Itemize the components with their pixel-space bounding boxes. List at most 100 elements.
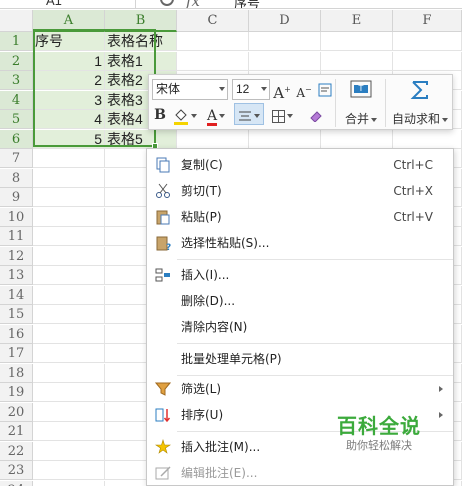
grid-cell[interactable] [33,168,105,188]
decrease-font-button[interactable]: A− [294,79,314,101]
grid-cell[interactable]: 表格5 [105,129,177,149]
row-header[interactable]: 9 [0,188,33,207]
row-header[interactable]: 18 [0,363,33,383]
fill-color-button[interactable] [171,104,199,126]
row-header[interactable]: 24 [0,480,33,486]
row-header[interactable]: 2 [0,51,33,71]
font-size-select[interactable]: 12 [232,79,270,100]
bold-button[interactable]: B [152,104,168,126]
grid-cell[interactable] [33,422,105,441]
grid-cell[interactable] [33,149,105,168]
fx-icon[interactable]: fx [186,0,200,8]
format-painter-button[interactable] [305,104,327,126]
merge-button[interactable]: T 合并 [341,77,381,129]
grid-cell[interactable] [177,51,249,71]
grid-cell[interactable] [33,207,105,227]
row-header[interactable]: 23 [0,461,33,480]
select-all-corner[interactable] [0,10,33,32]
column-header-d[interactable]: D [249,10,321,32]
row-header[interactable]: 21 [0,422,33,441]
menu-item-cut[interactable]: 剪切(T) Ctrl+X [147,178,453,204]
clear-format-button[interactable] [316,79,334,101]
grid-cell[interactable] [33,383,105,402]
borders-button[interactable] [269,104,295,126]
autosum-button[interactable]: 自动求和 [389,77,451,129]
grid-cell[interactable]: 2 [33,71,105,90]
row-header[interactable]: 12 [0,246,33,266]
grid-cell[interactable] [33,188,105,207]
menu-item-copy[interactable]: 复制(C) Ctrl+C [147,152,453,178]
row-header[interactable]: 8 [0,168,33,188]
grid-cell[interactable] [33,227,105,246]
grid-cell[interactable] [33,246,105,266]
column-header-e[interactable]: E [321,10,393,32]
grid-cell[interactable]: 1 [33,51,105,71]
grid-cell[interactable] [177,32,249,51]
column-header-a[interactable]: A [33,10,105,32]
grid-cell[interactable] [33,480,105,486]
row-header[interactable]: 11 [0,227,33,246]
grid-cell[interactable]: 4 [33,110,105,129]
grid-cell[interactable] [33,285,105,305]
grid-cell[interactable] [33,441,105,461]
row-header[interactable]: 7 [0,149,33,168]
grid-cell[interactable] [393,51,462,71]
font-color-button[interactable]: A [203,104,229,126]
grid-cell[interactable] [33,305,105,324]
column-header-f[interactable]: F [393,10,462,32]
grid-cell[interactable]: 序号 [33,32,105,51]
row-header[interactable]: 22 [0,441,33,461]
align-center-button[interactable] [234,103,264,125]
font-name-select[interactable]: 宋体 [152,79,228,100]
grid-cell[interactable] [321,51,393,71]
row-header[interactable]: 4 [0,90,33,110]
menu-item-paste-special[interactable]: ? 选择性粘贴(S)... [147,230,453,256]
increase-font-button[interactable]: A+ [272,79,292,102]
name-box[interactable]: A1 [0,0,136,8]
grid-cell[interactable]: 3 [33,90,105,110]
grid-cell[interactable] [33,344,105,363]
grid-cell[interactable] [321,32,393,51]
row-header[interactable]: 1 [0,32,33,51]
formula-input[interactable]: 序号 [234,0,260,8]
grid-cell[interactable]: 表格1 [105,51,177,71]
grid-cell[interactable] [33,402,105,422]
column-header-b[interactable]: B [105,10,177,32]
grid-cell[interactable] [393,129,462,149]
grid-cell[interactable] [33,363,105,383]
grid-cell[interactable] [393,32,462,51]
grid-cell[interactable] [249,51,321,71]
menu-item-paste[interactable]: 粘贴(P) Ctrl+V [147,204,453,230]
grid-cell[interactable] [321,129,393,149]
grid-cell[interactable]: 表格名称 [105,32,177,51]
row-header[interactable]: 3 [0,71,33,90]
grid-cell[interactable] [33,266,105,285]
menu-shortcut: Ctrl+X [393,184,433,198]
row-header[interactable]: 13 [0,266,33,285]
autosum-label: 自动求和 [391,112,440,126]
zoom-icon[interactable] [160,0,174,6]
column-header-c[interactable]: C [177,10,249,32]
row-header[interactable]: 10 [0,207,33,227]
menu-item-delete[interactable]: 删除(D)... [147,288,453,314]
grid-cell[interactable]: 5 [33,129,105,149]
row-header[interactable]: 17 [0,344,33,363]
menu-label: 剪切(T) [181,184,222,198]
row-header[interactable]: 16 [0,324,33,344]
menu-item-clear-contents[interactable]: 清除内容(N) [147,314,453,340]
row-header[interactable]: 20 [0,402,33,422]
grid-cell[interactable] [177,129,249,149]
row-header[interactable]: 15 [0,305,33,324]
copy-icon [156,157,170,173]
grid-cell[interactable] [33,461,105,480]
row-header[interactable]: 5 [0,110,33,129]
row-header[interactable]: 14 [0,285,33,305]
menu-item-filter[interactable]: 筛选(L) [147,376,453,402]
grid-cell[interactable] [249,129,321,149]
row-header[interactable]: 19 [0,383,33,402]
grid-cell[interactable] [33,324,105,344]
row-header[interactable]: 6 [0,129,33,149]
menu-item-batch-process[interactable]: 批量处理单元格(P) [147,346,453,372]
grid-cell[interactable] [249,32,321,51]
menu-item-insert[interactable]: 插入(I)... [147,262,453,288]
